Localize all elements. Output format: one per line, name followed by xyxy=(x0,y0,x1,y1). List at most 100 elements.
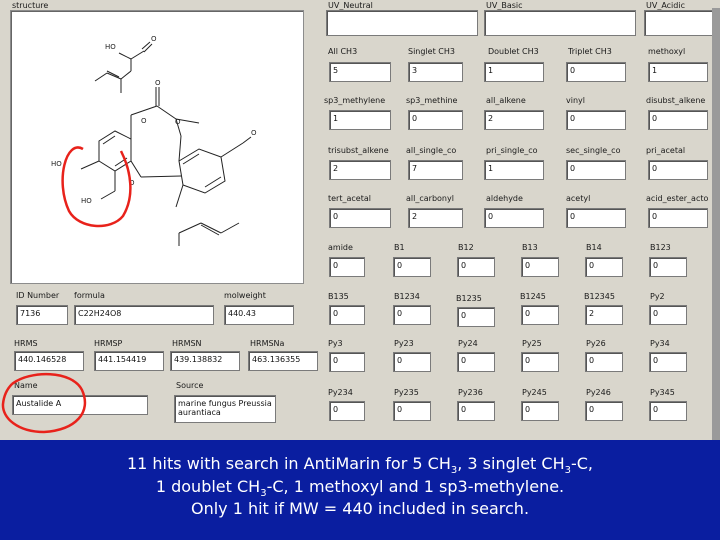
grid-label: Py3 xyxy=(328,339,343,348)
atom-o-top: O xyxy=(151,35,157,43)
grid-field[interactable]: 0 xyxy=(649,305,687,325)
grid-label: aldehyde xyxy=(486,194,523,203)
molweight-field[interactable]: 440.43 xyxy=(224,305,294,325)
source-field[interactable]: marine fungus Preussia aurantiaca xyxy=(174,395,276,423)
antimarin-window: structure HO O O O O HO HO O O UV_Neutra… xyxy=(0,0,720,440)
grid-label: Triplet CH3 xyxy=(568,47,612,56)
grid-field[interactable]: 0 xyxy=(585,401,623,421)
grid-field[interactable]: 0 xyxy=(566,62,626,82)
grid-field[interactable]: 0 xyxy=(566,110,626,130)
grid-label: vinyl xyxy=(566,96,585,105)
grid-field[interactable]: 0 xyxy=(566,208,626,228)
grid-field[interactable]: 5 xyxy=(329,62,391,82)
grid-field[interactable]: 0 xyxy=(484,208,544,228)
grid-label: all_single_co xyxy=(406,146,457,155)
grid-field[interactable]: 0 xyxy=(329,352,365,372)
grid-label: pri_acetal xyxy=(646,146,686,155)
grid-field[interactable]: 2 xyxy=(484,110,544,130)
structure-canvas: HO O O O O HO HO O O xyxy=(10,10,304,284)
grid-field[interactable]: 0 xyxy=(457,401,495,421)
grid-field[interactable]: 0 xyxy=(408,110,463,130)
grid-field[interactable]: 0 xyxy=(649,401,687,421)
molweight-label: molweight xyxy=(224,291,266,300)
grid-field[interactable]: 0 xyxy=(648,110,708,130)
grid-field[interactable]: 0 xyxy=(329,401,365,421)
grid-field[interactable]: 0 xyxy=(329,305,365,325)
hrmsn-field[interactable]: 439.138832 xyxy=(170,351,240,371)
formula-label: formula xyxy=(74,291,105,300)
molecule-drawing: HO O O O O HO HO O O xyxy=(51,35,257,246)
grid-label: all_alkene xyxy=(486,96,526,105)
source-label: Source xyxy=(176,381,204,390)
grid-field[interactable]: 2 xyxy=(329,160,391,180)
grid-label: methoxyl xyxy=(648,47,686,56)
grid-field[interactable]: 0 xyxy=(393,401,431,421)
grid-field[interactable]: 0 xyxy=(329,257,365,277)
id-number-field[interactable]: 7136 xyxy=(16,305,68,325)
grid-field[interactable]: 2 xyxy=(585,305,623,325)
uv-neutral-label: UV_Neutral xyxy=(328,1,373,10)
uv-basic-field[interactable] xyxy=(484,10,636,36)
name-highlight-svg xyxy=(1,373,87,434)
grid-field[interactable]: 2 xyxy=(408,208,463,228)
grid-field[interactable]: 0 xyxy=(457,352,495,372)
hrmsp-label: HRMSP xyxy=(94,339,123,348)
grid-label: B123 xyxy=(650,243,671,252)
grid-field[interactable]: 1 xyxy=(484,160,544,180)
grid-label: Py34 xyxy=(650,339,670,348)
grid-label: Py236 xyxy=(458,388,483,397)
grid-label: Py2 xyxy=(650,292,665,301)
grid-label: pri_single_co xyxy=(486,146,538,155)
grid-label: B1235 xyxy=(456,294,482,303)
grid-field[interactable]: 0 xyxy=(585,257,623,277)
grid-label: B1 xyxy=(394,243,405,252)
name-highlight-ring xyxy=(1,373,87,434)
source-line-1: marine fungus Preussia xyxy=(178,399,272,408)
grid-field[interactable]: 7 xyxy=(408,160,463,180)
hrmsna-field[interactable]: 463.136355 xyxy=(248,351,318,371)
grid-field[interactable]: 0 xyxy=(521,352,559,372)
grid-field[interactable]: 0 xyxy=(457,257,495,277)
grid-label: acid_ester_acto xyxy=(646,194,709,203)
source-line-2: aurantiaca xyxy=(178,408,221,417)
grid-field[interactable]: 0 xyxy=(521,305,559,325)
grid-field[interactable]: 1 xyxy=(329,110,391,130)
grid-label: amide xyxy=(328,243,353,252)
grid-label: tert_acetal xyxy=(328,194,371,203)
grid-label: Py234 xyxy=(328,388,353,397)
atom-ho-top: HO xyxy=(105,43,116,51)
grid-field[interactable]: 1 xyxy=(648,62,708,82)
grid-field[interactable]: 1 xyxy=(484,62,544,82)
atom-o-right: O xyxy=(251,129,257,137)
grid-field[interactable]: 0 xyxy=(457,307,495,327)
uv-neutral-field[interactable] xyxy=(326,10,478,36)
hrmsp-field[interactable]: 441.154419 xyxy=(94,351,164,371)
grid-field[interactable]: 0 xyxy=(649,257,687,277)
grid-label: Py235 xyxy=(394,388,419,397)
grid-field[interactable]: 0 xyxy=(393,352,431,372)
grid-field[interactable]: 0 xyxy=(393,305,431,325)
uv-basic-label: UV_Basic xyxy=(486,1,523,10)
grid-field[interactable]: 0 xyxy=(329,208,391,228)
grid-label: sec_single_co xyxy=(566,146,621,155)
grid-label: Py246 xyxy=(586,388,611,397)
id-number-label: ID Number xyxy=(16,291,60,300)
uv-acidic-field[interactable] xyxy=(644,10,720,36)
grid-label: B1245 xyxy=(520,292,546,301)
window-shadow xyxy=(712,8,720,440)
oh-highlight-ring xyxy=(61,146,132,228)
atom-o-ring2: O xyxy=(141,117,147,125)
grid-field[interactable]: 0 xyxy=(566,160,626,180)
grid-field[interactable]: 0 xyxy=(393,257,431,277)
grid-label: sp3_methylene xyxy=(324,96,386,105)
grid-field[interactable]: 0 xyxy=(585,352,623,372)
grid-field[interactable]: 0 xyxy=(648,208,708,228)
grid-field[interactable]: 0 xyxy=(521,401,559,421)
grid-field[interactable]: 0 xyxy=(649,352,687,372)
grid-field[interactable]: 0 xyxy=(521,257,559,277)
grid-field[interactable]: 3 xyxy=(408,62,463,82)
atom-o-ester: O xyxy=(175,118,181,126)
grid-field[interactable]: 0 xyxy=(648,160,708,180)
formula-field[interactable]: C22H24O8 xyxy=(74,305,214,325)
atom-ho-left: HO xyxy=(51,160,62,168)
